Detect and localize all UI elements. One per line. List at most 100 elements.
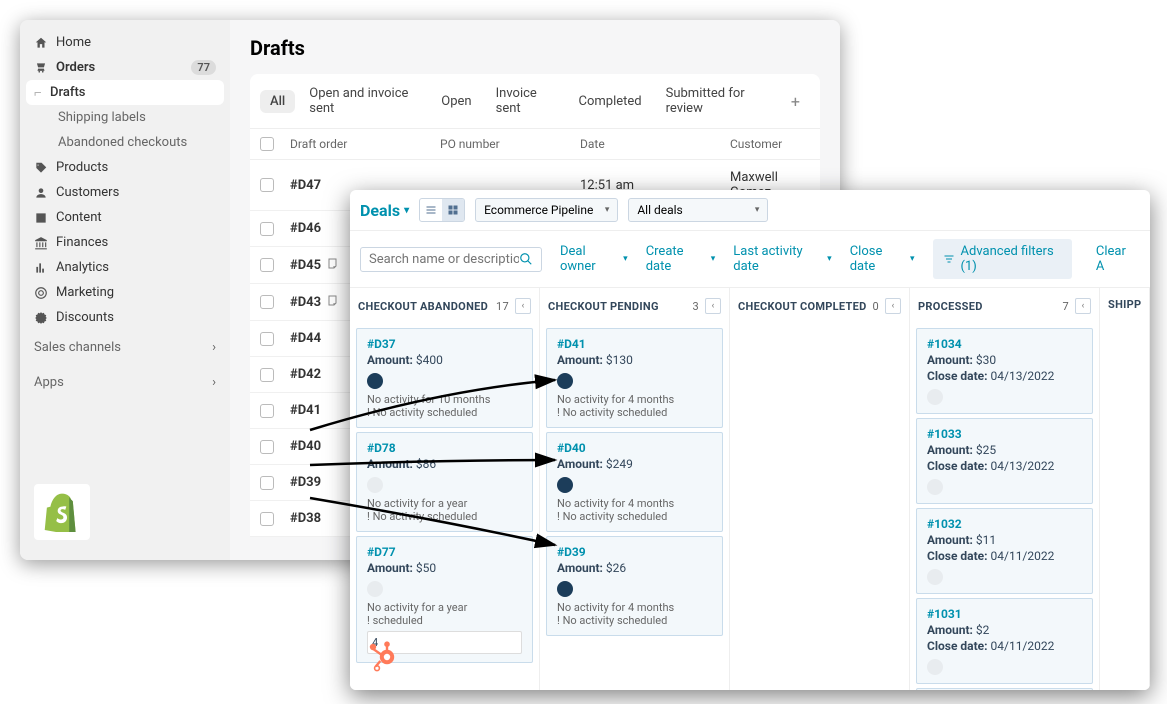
row-checkbox[interactable] xyxy=(260,512,274,526)
chevron-down-icon: ▾ xyxy=(404,205,409,216)
chevron-left-icon[interactable]: ‹ xyxy=(1075,298,1091,314)
filter-close[interactable]: Close date xyxy=(850,244,915,274)
hubspot-window: Deals▾ Ecommerce Pipeline All deals Deal… xyxy=(350,190,1150,690)
sidebar-content[interactable]: Content xyxy=(20,205,230,230)
sidebar-shipping[interactable]: Shipping labels xyxy=(20,105,230,130)
scheduled-text: No activity scheduled xyxy=(367,406,522,419)
avatar xyxy=(367,373,383,389)
no-activity-text: No activity for 4 months xyxy=(557,497,712,510)
advanced-filters-button[interactable]: Advanced filters (1) xyxy=(933,239,1072,279)
no-activity-text: No activity for 4 months xyxy=(557,601,712,614)
sidebar-marketing[interactable]: Marketing xyxy=(20,280,230,305)
sidebar-products[interactable]: Products xyxy=(20,155,230,180)
sidebar-home[interactable]: Home xyxy=(20,30,230,55)
deal-card[interactable]: #1033 Amount: $25 Close date: 04/13/2022 xyxy=(916,418,1093,504)
board-view-button[interactable] xyxy=(442,199,464,221)
sidebar-apps[interactable]: Apps› xyxy=(20,365,230,400)
home-icon xyxy=(34,36,48,50)
draft-id: #D40 xyxy=(290,439,321,454)
sidebar-discounts[interactable]: Discounts xyxy=(20,305,230,330)
filter-create[interactable]: Create date xyxy=(646,244,716,274)
avatar xyxy=(557,581,573,597)
tab-open-sent[interactable]: Open and invoice sent xyxy=(299,82,427,120)
discount-icon xyxy=(34,311,48,325)
row-checkbox[interactable] xyxy=(260,258,274,272)
col-abandoned: CHECKOUT ABANDONED 17 ‹ #D37 Amount: $40… xyxy=(350,288,540,690)
deals-select[interactable]: All deals xyxy=(628,198,768,222)
deal-card[interactable]: #1032 Amount: $11 Close date: 04/11/2022 xyxy=(916,508,1093,594)
tab-all[interactable]: All xyxy=(260,90,295,113)
avatar xyxy=(927,479,943,495)
filter-activity[interactable]: Last activity date xyxy=(733,244,831,274)
col-customer[interactable]: Customer xyxy=(730,137,810,151)
col-head-processed: PROCESSED 7 ‹ xyxy=(910,288,1099,324)
deal-card[interactable]: #D37 Amount: $400 No activity for 10 mon… xyxy=(356,328,533,428)
row-checkbox[interactable] xyxy=(260,295,274,309)
sidebar-customers[interactable]: Customers xyxy=(20,180,230,205)
tab-invoice-sent[interactable]: Invoice sent xyxy=(486,82,565,120)
deals-search[interactable] xyxy=(360,247,542,272)
bank-icon xyxy=(34,236,48,250)
draft-id: #D47 xyxy=(290,178,321,193)
sidebar-analytics[interactable]: Analytics xyxy=(20,255,230,280)
tab-add[interactable]: + xyxy=(781,88,810,115)
tree-branch-icon: ⌐ xyxy=(34,85,42,101)
avatar xyxy=(927,569,943,585)
image-icon xyxy=(34,211,48,225)
tab-completed[interactable]: Completed xyxy=(569,90,652,113)
row-checkbox[interactable] xyxy=(260,332,274,346)
sidebar-orders-badge: 77 xyxy=(191,60,216,75)
chevron-left-icon[interactable]: ‹ xyxy=(885,298,901,314)
search-icon xyxy=(519,252,533,266)
deal-card[interactable]: #1031 Amount: $2 Close date: 04/11/2022 xyxy=(916,598,1093,684)
checkbox-all[interactable] xyxy=(260,137,274,151)
draft-id: #D46 xyxy=(290,221,321,236)
col-date[interactable]: Date xyxy=(580,137,730,151)
draft-id: #D45 xyxy=(290,258,321,273)
sidebar: Home Orders 77 ⌐ Drafts Shipping labels … xyxy=(20,20,230,560)
col-po[interactable]: PO number xyxy=(440,137,580,151)
deal-card[interactable]: #D39 Amount: $26 No activity for 4 month… xyxy=(546,536,723,636)
deals-dropdown[interactable]: Deals▾ xyxy=(360,201,409,220)
deal-id: #D77 xyxy=(367,545,522,559)
deal-card[interactable]: #1076 - Bobby Breakwater Amount: $370 xyxy=(916,688,1093,690)
avatar xyxy=(367,581,383,597)
col-draft[interactable]: Draft order xyxy=(290,137,440,151)
row-checkbox[interactable] xyxy=(260,368,274,382)
chevron-right-icon: › xyxy=(212,340,216,355)
sidebar-sales-channels[interactable]: Sales channels› xyxy=(20,330,230,365)
col-head-abandoned: CHECKOUT ABANDONED 17 ‹ xyxy=(350,288,539,324)
filter-icon xyxy=(943,253,955,265)
clear-filters-link[interactable]: Clear A xyxy=(1090,244,1140,274)
pipeline-select[interactable]: Ecommerce Pipeline xyxy=(475,198,618,222)
row-checkbox[interactable] xyxy=(260,222,274,236)
draft-id: #D38 xyxy=(290,511,321,526)
target-icon xyxy=(34,286,48,300)
shopify-logo xyxy=(34,484,90,540)
filter-owner[interactable]: Deal owner xyxy=(560,244,628,274)
no-activity-text: No activity for 4 months xyxy=(557,393,712,406)
tab-submitted[interactable]: Submitted for review xyxy=(656,82,777,120)
deal-card[interactable]: #D40 Amount: $249 No activity for 4 mont… xyxy=(546,432,723,532)
row-checkbox[interactable] xyxy=(260,476,274,490)
chevron-left-icon[interactable]: ‹ xyxy=(515,298,531,314)
deal-card[interactable]: #D78 Amount: $86 No activity for a year … xyxy=(356,432,533,532)
deal-card[interactable]: #1034 Amount: $30 Close date: 04/13/2022 xyxy=(916,328,1093,414)
scheduled-text: No activity scheduled xyxy=(367,510,522,523)
sidebar-orders[interactable]: Orders 77 xyxy=(20,55,230,80)
row-checkbox[interactable] xyxy=(260,440,274,454)
row-checkbox[interactable] xyxy=(260,178,274,192)
sidebar-abandoned[interactable]: Abandoned checkouts xyxy=(20,130,230,155)
sidebar-drafts[interactable]: ⌐ Drafts xyxy=(26,80,224,105)
tab-open[interactable]: Open xyxy=(431,90,481,113)
deal-id: #1032 xyxy=(927,517,1082,531)
chevron-left-icon[interactable]: ‹ xyxy=(705,298,721,314)
sidebar-finances[interactable]: Finances xyxy=(20,230,230,255)
deal-id: #D78 xyxy=(367,441,522,455)
deal-card[interactable]: #D41 Amount: $130 No activity for 4 mont… xyxy=(546,328,723,428)
row-checkbox[interactable] xyxy=(260,404,274,418)
draft-id: #D43 xyxy=(290,295,321,310)
scheduled-text: No activity scheduled xyxy=(557,614,712,627)
search-input[interactable] xyxy=(369,252,519,267)
list-view-button[interactable] xyxy=(420,199,442,221)
